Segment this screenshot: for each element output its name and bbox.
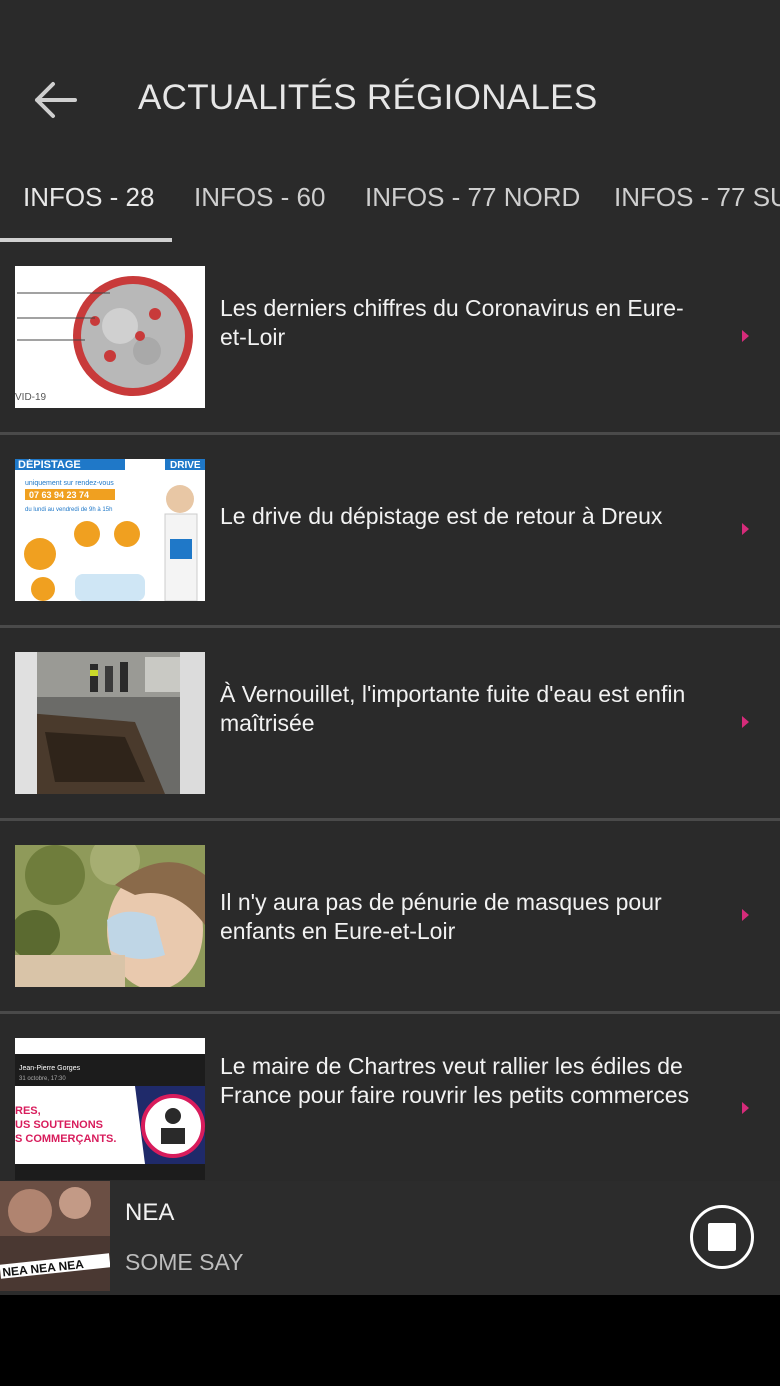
thumbnail-phone: 07 63 94 23 74 xyxy=(29,490,89,500)
tab-bar: INFOS - 28 INFOS - 60 INFOS - 77 NORD IN… xyxy=(0,160,780,242)
article-thumbnail xyxy=(15,652,205,794)
track-title: SOME SAY xyxy=(125,1249,244,1275)
thumbnail-text-line: RES, xyxy=(15,1105,41,1117)
chevron-right-icon xyxy=(742,716,749,728)
stop-button[interactable] xyxy=(690,1205,754,1269)
album-art: NEA NEA NEA xyxy=(0,1181,110,1291)
stop-icon xyxy=(708,1223,736,1251)
list-item[interactable]: À Vernouillet, l'importante fuite d'eau … xyxy=(0,628,780,818)
coronavirus-image: VID-19 xyxy=(15,266,205,408)
article-headline: Le maire de Chartres veut rallier les éd… xyxy=(220,1053,690,1108)
tab-infos-77-sud[interactable]: INFOS - 77 SU xyxy=(614,182,780,213)
page-title: ACTUALITÉS RÉGIONALES xyxy=(138,78,598,117)
tab-infos-60[interactable]: INFOS - 60 xyxy=(194,182,325,213)
thumbnail-author: Jean-Pierre Gorges xyxy=(19,1065,81,1072)
back-button[interactable] xyxy=(28,76,80,124)
tab-infos-28[interactable]: INFOS - 28 xyxy=(23,182,154,213)
thumbnail-subtitle: uniquement sur rendez-vous xyxy=(25,480,114,487)
thumbnail-text-line: S COMMERÇANTS. xyxy=(15,1133,116,1145)
chevron-right-icon xyxy=(742,330,749,342)
chevron-right-icon xyxy=(742,523,749,535)
article-headline: Il n'y aura pas de pénurie de masques po… xyxy=(220,889,662,944)
album-art-image: NEA NEA NEA xyxy=(0,1181,110,1291)
thumbnail-text-line: US SOUTENONS xyxy=(15,1119,103,1131)
child-mask-image xyxy=(15,845,205,987)
thumbnail-title: DÉPISTAGE xyxy=(18,459,81,471)
now-playing-bar[interactable]: NEA NEA NEA NEA SOME SAY xyxy=(0,1181,780,1295)
article-headline: Le drive du dépistage est de retour à Dr… xyxy=(220,503,663,529)
thumbnail-hours: du lundi au vendredi de 9h à 15h xyxy=(25,507,112,513)
thumbnail-date: 31 octobre, 17:30 xyxy=(19,1076,66,1082)
list-item[interactable]: VID-19 Les derniers chiffres du Coronavi… xyxy=(0,242,780,432)
list-item[interactable]: Il n'y aura pas de pénurie de masques po… xyxy=(0,821,780,1011)
depistage-poster-image: DÉPISTAGE DRIVE uniquement sur rendez-vo… xyxy=(15,459,205,601)
chartres-mayor-post-image: Jean-Pierre Gorges 31 octobre, 17:30 RES… xyxy=(15,1038,205,1180)
list-item[interactable]: DÉPISTAGE DRIVE uniquement sur rendez-vo… xyxy=(0,435,780,625)
article-thumbnail: Jean-Pierre Gorges 31 octobre, 17:30 RES… xyxy=(15,1038,205,1180)
tab-infos-77-nord[interactable]: INFOS - 77 NORD xyxy=(365,182,580,213)
article-headline: À Vernouillet, l'importante fuite d'eau … xyxy=(220,681,686,736)
list-item[interactable]: Jean-Pierre Gorges 31 octobre, 17:30 RES… xyxy=(0,1014,780,1204)
article-thumbnail xyxy=(15,845,205,987)
chevron-right-icon xyxy=(742,1102,749,1114)
app-screen: ACTUALITÉS RÉGIONALES INFOS - 28 INFOS -… xyxy=(0,0,780,1295)
top-app-bar: ACTUALITÉS RÉGIONALES xyxy=(0,0,780,160)
chevron-right-icon xyxy=(742,909,749,921)
article-thumbnail: VID-19 xyxy=(15,266,205,408)
thumbnail-tag: DRIVE xyxy=(170,460,201,471)
thumbnail-caption: VID-19 xyxy=(15,392,47,403)
article-headline: Les derniers chiffres du Coronavirus en … xyxy=(220,295,684,350)
arrow-left-icon xyxy=(35,82,77,118)
track-artist: NEA xyxy=(125,1199,175,1226)
water-leak-image xyxy=(15,652,205,794)
article-thumbnail: DÉPISTAGE DRIVE uniquement sur rendez-vo… xyxy=(15,459,205,601)
